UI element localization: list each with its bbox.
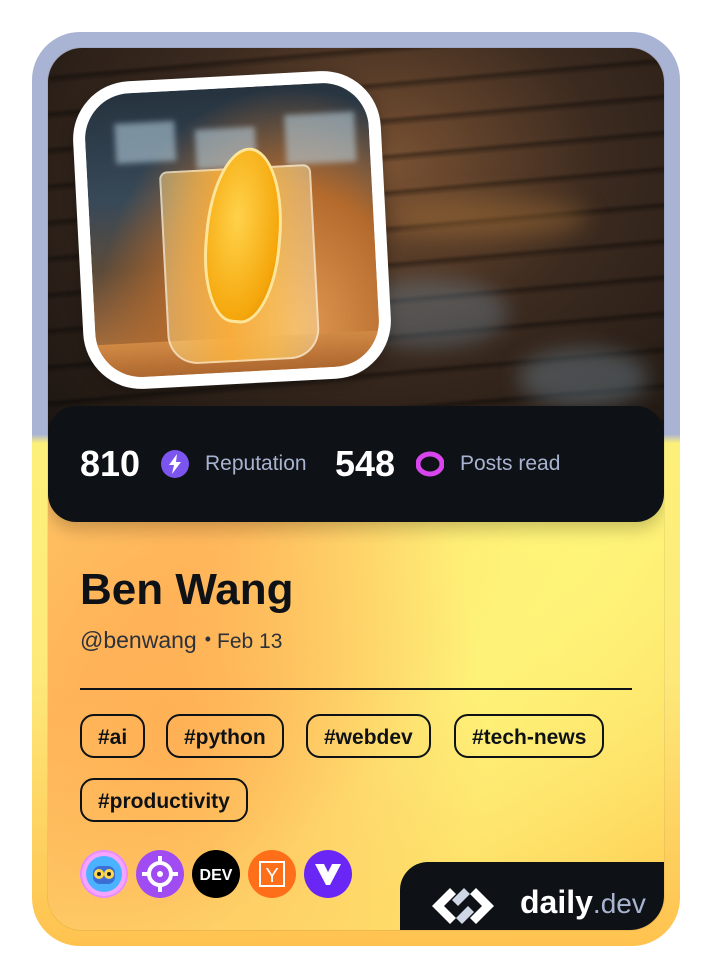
svg-text:Y: Y [265, 865, 278, 887]
brand-wordmark: daily.dev [520, 884, 646, 922]
stats-bar: 810 Reputation 548 Posts read [48, 406, 664, 522]
tag-ai: #ai [80, 714, 146, 758]
reputation-value: 810 [80, 443, 141, 484]
profile-handle: @benwang [80, 627, 197, 653]
dev-to-icon: DEV [192, 850, 240, 898]
profile-meta: @benwang • Feb 13 [80, 626, 282, 656]
devcard-inner: 810 Reputation 548 Posts read Ben Wang @… [48, 48, 664, 930]
profile-date: Feb 13 [217, 630, 283, 653]
profile-avatar [70, 68, 394, 392]
tag-productivity: #productivity [80, 778, 248, 822]
robot-avatar-icon [80, 850, 128, 898]
cover-image [48, 48, 664, 440]
posts-read-value: 548 [335, 443, 396, 484]
daily-dev-brand: daily.dev [400, 862, 664, 930]
reputation-icon [161, 450, 189, 478]
brand-suffix: .dev [592, 888, 646, 919]
posts-read-label: Posts read [460, 452, 561, 475]
divider [80, 688, 632, 690]
profile-name: Ben Wang [80, 565, 294, 614]
tag-tech-news: #tech-news [454, 714, 605, 758]
meta-separator: • [204, 629, 212, 649]
hacker-news-icon: Y [248, 850, 296, 898]
crosshair-icon [136, 850, 184, 898]
tag-webdev: #webdev [306, 714, 431, 758]
vercel-v-icon [304, 850, 352, 898]
tag-python: #python [166, 714, 284, 758]
svg-text:DEV: DEV [200, 867, 233, 884]
daily-dev-logo-icon [432, 888, 494, 924]
devcard: 810 Reputation 548 Posts read Ben Wang @… [32, 32, 680, 946]
brand-name: daily [520, 884, 593, 920]
reputation-label: Reputation [205, 452, 307, 475]
avatar-photo [82, 80, 382, 380]
posts-read-icon [415, 450, 445, 478]
